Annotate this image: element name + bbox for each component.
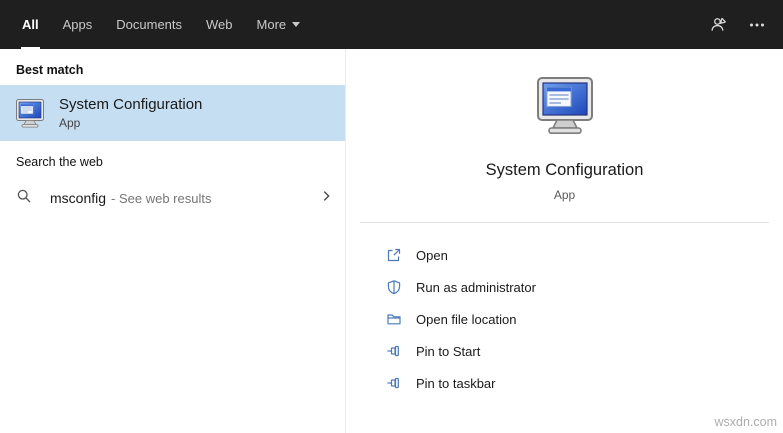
tab-more[interactable]: More <box>245 0 313 49</box>
ellipsis-icon[interactable] <box>749 17 765 33</box>
tab-all-label: All <box>22 17 39 32</box>
tab-documents-label: Documents <box>116 17 182 32</box>
action-open[interactable]: Open <box>386 239 783 271</box>
action-label: Open <box>416 248 448 263</box>
chevron-right-icon[interactable] <box>319 189 333 208</box>
tab-apps[interactable]: Apps <box>51 0 105 49</box>
user-feedback-icon[interactable] <box>710 16 727 33</box>
admin-shield-icon <box>386 279 402 295</box>
action-label: Open file location <box>416 312 516 327</box>
divider <box>360 222 769 223</box>
system-configuration-icon <box>14 98 46 128</box>
best-match-result[interactable]: System Configuration App <box>0 85 345 141</box>
action-label: Pin to taskbar <box>416 376 496 391</box>
preview-title: System Configuration <box>486 161 644 180</box>
pin-icon <box>386 375 402 391</box>
chevron-down-icon <box>292 22 300 27</box>
search-web-header: Search the web <box>16 155 345 169</box>
web-search-result[interactable]: msconfig - See web results <box>0 181 345 215</box>
folder-icon <box>386 311 402 327</box>
action-pin-to-taskbar[interactable]: Pin to taskbar <box>386 367 783 399</box>
result-title: System Configuration <box>59 96 202 113</box>
action-list: Open Run as administrator <box>346 239 783 399</box>
web-query: msconfig <box>50 190 106 206</box>
results-panel: Best match System Configuration App Sear… <box>0 49 345 433</box>
search-icon <box>16 188 32 209</box>
topbar: All Apps Documents Web More <box>0 0 783 49</box>
best-match-text: System Configuration App <box>59 96 202 130</box>
action-label: Pin to Start <box>416 344 480 359</box>
preview-subtitle: App <box>554 188 575 202</box>
tab-more-label: More <box>257 17 287 32</box>
tab-apps-label: Apps <box>63 17 93 32</box>
open-external-icon <box>386 247 402 263</box>
watermark: wsxdn.com <box>714 415 777 429</box>
tab-documents[interactable]: Documents <box>104 0 194 49</box>
pin-icon <box>386 343 402 359</box>
web-suffix: - See web results <box>111 191 211 206</box>
best-match-header: Best match <box>16 63 345 77</box>
tab-web-label: Web <box>206 17 233 32</box>
tab-web[interactable]: Web <box>194 0 245 49</box>
action-open-file-location[interactable]: Open file location <box>386 303 783 335</box>
search-flyout: All Apps Documents Web More <box>0 0 783 433</box>
tab-all[interactable]: All <box>10 0 51 49</box>
preview-panel: System Configuration App Open <box>345 49 783 433</box>
action-label: Run as administrator <box>416 280 536 295</box>
result-subtitle: App <box>59 116 202 130</box>
action-run-as-administrator[interactable]: Run as administrator <box>386 271 783 303</box>
topbar-actions <box>710 0 783 49</box>
action-pin-to-start[interactable]: Pin to Start <box>386 335 783 367</box>
system-configuration-icon-large <box>533 75 597 135</box>
